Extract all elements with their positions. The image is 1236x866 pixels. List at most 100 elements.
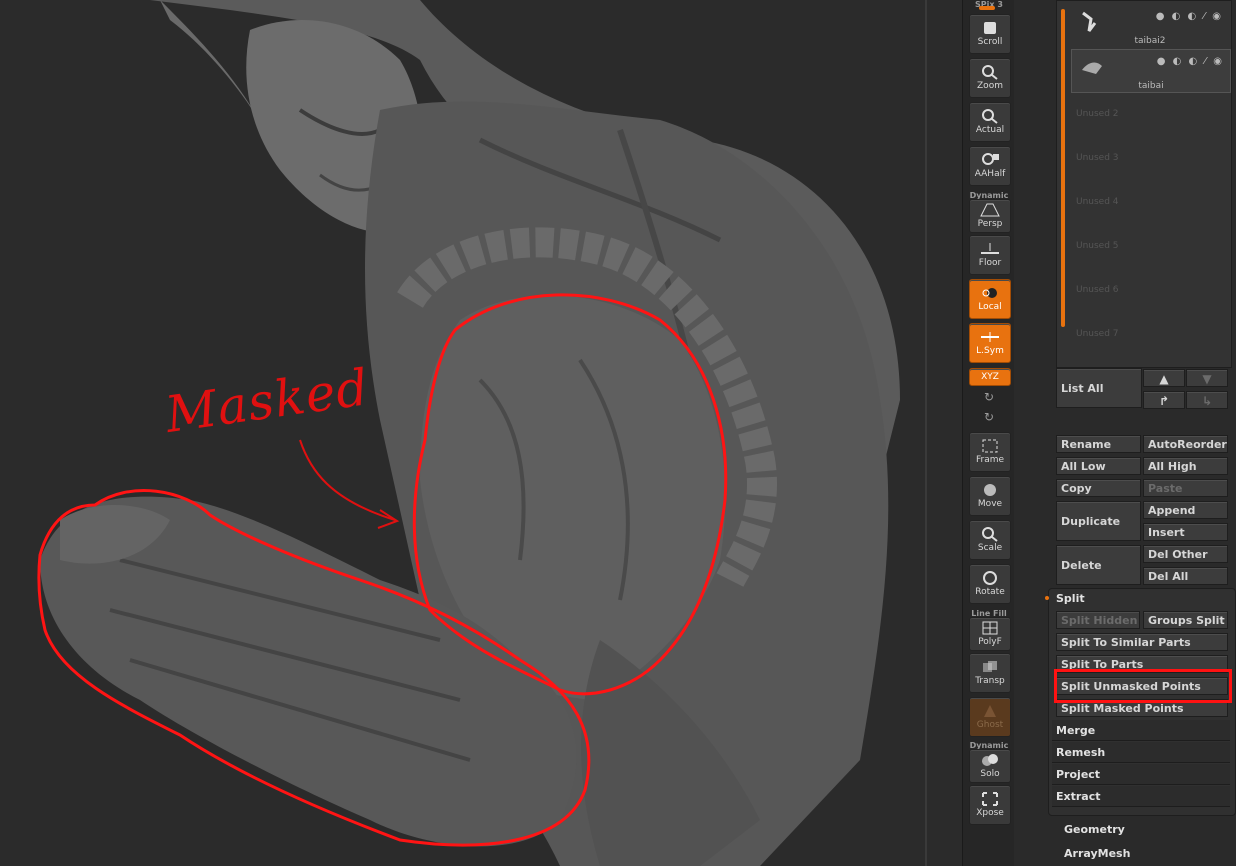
floor-label: Floor	[978, 258, 1002, 268]
hand-icon	[984, 22, 996, 34]
subtool-list: ● ◐ ◐ ⁄ ◉ taibai2 ● ◐ ◐ ⁄ ◉ taibai Unuse…	[1056, 0, 1232, 368]
split-title: Split	[1056, 592, 1085, 605]
floor-button[interactable]: Floor	[969, 235, 1011, 275]
transp-label: Transp	[975, 676, 1005, 686]
local-label: Local	[978, 302, 1002, 312]
subtool-thumbnail-icon	[1082, 62, 1102, 74]
rotate-button[interactable]: Rotate	[969, 564, 1011, 604]
remesh-section[interactable]: Remesh	[1052, 742, 1230, 763]
extract-section[interactable]: Extract	[1052, 786, 1230, 807]
actual-button[interactable]: Actual	[969, 102, 1011, 142]
polyf-button[interactable]: PolyF	[969, 617, 1011, 651]
ghost-button[interactable]: Ghost	[969, 697, 1011, 737]
project-section[interactable]: Project	[1052, 764, 1230, 785]
frame-icon	[982, 439, 998, 453]
subtool-visibility-icons[interactable]: ● ◐ ◐ ⁄ ◉	[1157, 56, 1224, 67]
zoom-label: Zoom	[977, 81, 1003, 91]
transp-button[interactable]: Transp	[969, 653, 1011, 693]
duplicate-button[interactable]: Duplicate	[1056, 501, 1141, 541]
actual-size-icon	[982, 109, 998, 124]
move-button[interactable]: Move	[969, 476, 1011, 516]
merge-section[interactable]: Merge	[1052, 720, 1230, 741]
solo-label: Solo	[980, 769, 1000, 779]
move-hand-icon	[984, 484, 996, 496]
floor-icon	[981, 243, 999, 254]
lsym-button[interactable]: L.Sym	[969, 323, 1011, 363]
subtool-scrollbar[interactable]	[1061, 9, 1065, 327]
delete-button[interactable]: Delete	[1056, 545, 1141, 585]
all-low-button[interactable]: All Low	[1056, 457, 1141, 475]
groups-split-button[interactable]: Groups Split	[1143, 611, 1228, 629]
persp-button[interactable]: Persp	[969, 199, 1011, 233]
move-label: Move	[977, 499, 1003, 509]
polyframe-grid-icon	[982, 621, 998, 635]
polyf-label: PolyF	[978, 637, 1002, 647]
list-all-button[interactable]: List All	[1056, 368, 1142, 408]
lsym-label: L.Sym	[976, 346, 1004, 356]
scroll-label: Scroll	[977, 37, 1003, 47]
scale-magnifier-icon	[982, 527, 998, 542]
copy-button[interactable]: Copy	[1056, 479, 1141, 497]
local-orbit-icon	[982, 288, 997, 298]
rotate-z-icon[interactable]: ↻	[982, 410, 996, 424]
move-down-icon[interactable]: ↳	[1186, 391, 1228, 409]
del-other-button[interactable]: Del Other	[1143, 545, 1228, 563]
split-similar-parts-button[interactable]: Split To Similar Parts	[1056, 633, 1228, 651]
xpose-label: Xpose	[976, 808, 1004, 818]
all-high-button[interactable]: All High	[1143, 457, 1228, 475]
frame-button[interactable]: Frame	[969, 432, 1011, 472]
insert-button[interactable]: Insert	[1143, 523, 1228, 541]
rotate-icon	[983, 571, 997, 585]
subtool-name: taibai	[1138, 81, 1164, 91]
del-all-button[interactable]: Del All	[1143, 567, 1228, 585]
xyz-button[interactable]: XYZ	[969, 368, 1011, 386]
unused-slot: Unused 2	[1076, 109, 1119, 119]
ghost-icon	[984, 705, 996, 717]
subtool-thumbnail-icon	[1082, 11, 1097, 32]
persp-label: Persp	[977, 219, 1003, 229]
xpose-button[interactable]: Xpose	[969, 785, 1011, 825]
sculpt-render	[37, 0, 927, 866]
move-up-icon[interactable]: ↱	[1143, 391, 1185, 409]
rename-button[interactable]: Rename	[1056, 435, 1141, 453]
split-masked-points-button[interactable]: Split Masked Points	[1056, 699, 1228, 717]
solo-circles-icon	[982, 754, 998, 766]
subtool-item[interactable]: ● ◐ ◐ ⁄ ◉ taibai2	[1071, 5, 1229, 47]
symmetry-arrows-icon	[981, 332, 999, 342]
subtool-item-active[interactable]: ● ◐ ◐ ⁄ ◉ taibai	[1071, 49, 1231, 93]
split-section-header[interactable]: Split	[1045, 588, 1230, 609]
paste-button[interactable]: Paste	[1143, 479, 1228, 497]
aahalf-button[interactable]: AAHalf	[969, 146, 1011, 186]
autoreorder-button[interactable]: AutoReorder	[1143, 435, 1228, 453]
rotate-y-icon[interactable]: ↻	[982, 390, 996, 404]
unused-slot: Unused 3	[1076, 153, 1119, 163]
subtool-visibility-icons[interactable]: ● ◐ ◐ ⁄ ◉	[1156, 11, 1223, 22]
open-indicator-icon	[1045, 596, 1049, 600]
split-hidden-button[interactable]: Split Hidden	[1056, 611, 1140, 629]
split-to-parts-button[interactable]: Split To Parts	[1056, 655, 1228, 673]
unused-slot: Unused 5	[1076, 241, 1119, 251]
aahalf-label: AAHalf	[974, 169, 1006, 179]
append-button[interactable]: Append	[1143, 501, 1228, 519]
xyz-label: XYZ	[981, 372, 999, 382]
zoom-button[interactable]: Zoom	[969, 58, 1011, 98]
transparency-icon	[983, 661, 997, 672]
split-unmasked-points-button[interactable]: Split Unmasked Points	[1056, 677, 1228, 695]
perspective-grid-icon	[980, 203, 1000, 217]
spix-slider[interactable]	[979, 6, 995, 10]
canvas-viewport[interactable]: Masked	[0, 0, 962, 866]
local-button[interactable]: Local	[969, 279, 1011, 319]
scale-button[interactable]: Scale	[969, 520, 1011, 560]
right-shelf: SPix 3 Scroll Zoom Actual AAHalf Dynamic…	[962, 0, 1015, 866]
arrow-down-icon[interactable]: ▼	[1186, 369, 1228, 387]
magnifier-icon	[982, 65, 998, 80]
subtool-name: taibai2	[1134, 36, 1166, 46]
unused-slot: Unused 6	[1076, 285, 1119, 295]
scroll-button[interactable]: Scroll	[969, 14, 1011, 54]
arrow-up-icon[interactable]: ▲	[1143, 369, 1185, 387]
actual-label: Actual	[975, 125, 1005, 135]
aahalf-icon	[982, 153, 999, 165]
geometry-section[interactable]: Geometry	[1064, 823, 1125, 836]
arraymesh-section[interactable]: ArrayMesh	[1064, 847, 1130, 860]
solo-button[interactable]: Solo	[969, 749, 1011, 783]
